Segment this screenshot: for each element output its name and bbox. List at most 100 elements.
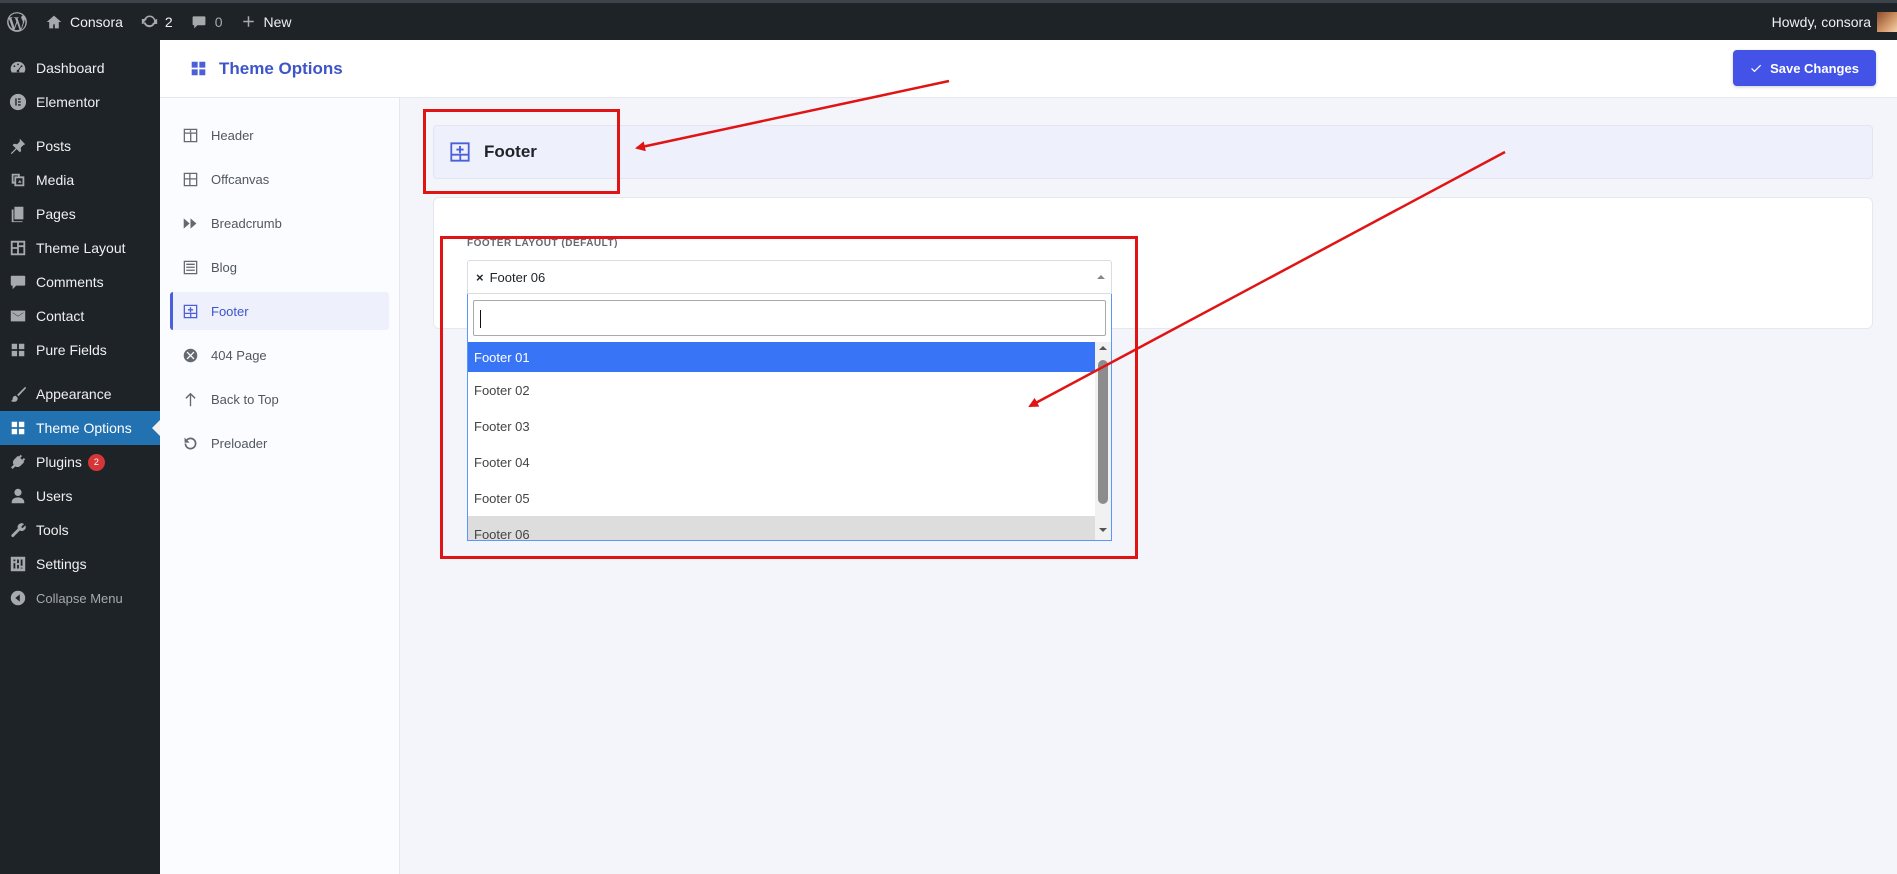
- menu-label: Media: [36, 172, 75, 188]
- header-layout-icon: [183, 128, 198, 142]
- account-menu[interactable]: Howdy, consora: [1763, 3, 1897, 40]
- menu-item-theme-options[interactable]: Theme Options: [0, 411, 160, 445]
- menu-item-settings[interactable]: Settings: [0, 547, 160, 581]
- checkmark-icon: [1751, 64, 1762, 73]
- plugins-update-badge: 2: [87, 453, 105, 471]
- new-label: New: [263, 13, 292, 30]
- circle-x-icon: [183, 348, 198, 362]
- plugin-icon: [8, 452, 28, 472]
- dashboard-icon: [8, 58, 28, 78]
- menu-label: Users: [36, 488, 73, 504]
- menu-separator: [0, 367, 160, 377]
- table-icon: [183, 172, 198, 186]
- menu-label: Pure Fields: [36, 342, 107, 358]
- page-title-text: Theme Options: [219, 58, 343, 78]
- nav-label: Blog: [211, 259, 238, 275]
- save-changes-label: Save Changes: [1770, 60, 1859, 76]
- home-icon: [46, 15, 62, 28]
- annotation-box-section-title: [423, 109, 620, 194]
- howdy-greeting: Howdy, consora: [1771, 13, 1871, 30]
- menu-label: Contact: [36, 308, 85, 324]
- admin-bar: Consora 2 0 New Howdy, consora: [0, 0, 1897, 40]
- mail-icon: [8, 306, 28, 326]
- menu-item-tools[interactable]: Tools: [0, 513, 160, 547]
- menu-label: Elementor: [36, 94, 100, 110]
- wordpress-icon: [7, 11, 27, 32]
- updates-icon: [141, 15, 158, 28]
- updates-count: 2: [164, 13, 173, 30]
- menu-label: Collapse Menu: [36, 590, 123, 606]
- menu-label: Theme Options: [36, 420, 132, 436]
- plus-icon: [242, 16, 254, 27]
- nav-item-header[interactable]: Header: [170, 116, 389, 154]
- nav-item-breadcrumb[interactable]: Breadcrumb: [170, 204, 389, 242]
- menu-label: Plugins: [36, 454, 82, 470]
- menu-label: Comments: [36, 274, 104, 290]
- menu-item-pages[interactable]: Pages: [0, 197, 160, 231]
- footer-layout-icon: [183, 304, 198, 318]
- nav-label: 404 Page: [211, 347, 267, 363]
- menu-item-posts[interactable]: Posts: [0, 129, 160, 163]
- media-icon: [8, 170, 28, 190]
- nav-item-offcanvas[interactable]: Offcanvas: [170, 160, 389, 198]
- comments-count: 0: [214, 13, 223, 30]
- nav-label: Preloader: [211, 435, 268, 451]
- save-changes-button[interactable]: Save Changes: [1733, 50, 1876, 86]
- section-header: Footer: [433, 125, 1873, 179]
- nav-label: Offcanvas: [211, 171, 270, 187]
- menu-item-contact[interactable]: Contact: [0, 299, 160, 333]
- pin-icon: [8, 136, 28, 156]
- arrow-up-icon: [185, 392, 196, 406]
- menu-item-comments[interactable]: Comments: [0, 265, 160, 299]
- menu-separator: [0, 119, 160, 129]
- new-content-link[interactable]: New: [232, 3, 301, 40]
- menu-item-elementor[interactable]: Elementor: [0, 85, 160, 119]
- nav-item-footer[interactable]: Footer: [170, 292, 389, 330]
- menu-item-theme-layout[interactable]: Theme Layout: [0, 231, 160, 265]
- site-name-link[interactable]: Consora: [37, 3, 132, 40]
- nav-label: Footer: [211, 303, 249, 319]
- grid-icon: [8, 418, 28, 438]
- menu-label: Tools: [36, 522, 69, 538]
- settings-icon: [8, 554, 28, 574]
- wordpress-logo-button[interactable]: [0, 3, 37, 40]
- annotation-box-dropdown: [440, 236, 1138, 559]
- menu-label: Posts: [36, 138, 72, 154]
- nav-item-404-page[interactable]: 404 Page: [170, 336, 389, 374]
- theme-options-nav: Header Offcanvas Breadcrumb Blog Footer …: [160, 98, 400, 874]
- admin-menu: Dashboard Elementor Posts Media Pages Th…: [0, 40, 160, 874]
- comment-icon: [8, 272, 28, 292]
- menu-item-plugins[interactable]: Plugins 2: [0, 445, 160, 479]
- collapse-menu-button[interactable]: Collapse Menu: [0, 581, 160, 615]
- menu-label: Dashboard: [36, 60, 105, 76]
- nav-item-back-to-top[interactable]: Back to Top: [170, 380, 389, 418]
- pages-icon: [8, 204, 28, 224]
- menu-item-pure-fields[interactable]: Pure Fields: [0, 333, 160, 367]
- nav-item-preloader[interactable]: Preloader: [170, 424, 389, 462]
- list-icon: [183, 260, 198, 274]
- layout-icon: [8, 238, 28, 258]
- nav-item-blog[interactable]: Blog: [170, 248, 389, 286]
- avatar: [1877, 11, 1897, 32]
- menu-item-media[interactable]: Media: [0, 163, 160, 197]
- menu-item-users[interactable]: Users: [0, 479, 160, 513]
- nav-label: Breadcrumb: [211, 215, 282, 231]
- grid-icon: [8, 340, 28, 360]
- menu-label: Pages: [36, 206, 76, 222]
- comment-bubble-icon: [192, 15, 206, 28]
- menu-label: Appearance: [36, 386, 112, 402]
- comments-link[interactable]: 0: [182, 3, 232, 40]
- menu-item-dashboard[interactable]: Dashboard: [0, 51, 160, 85]
- fast-forward-icon: [183, 217, 197, 229]
- updates-link[interactable]: 2: [132, 3, 182, 40]
- nav-label: Back to Top: [211, 391, 279, 407]
- reload-icon: [184, 437, 197, 449]
- nav-label: Header: [211, 127, 254, 143]
- grid-icon: [191, 61, 206, 76]
- collapse-icon: [8, 588, 28, 608]
- wrench-icon: [8, 520, 28, 540]
- page-title: Theme Options: [190, 59, 343, 79]
- user-icon: [8, 486, 28, 506]
- menu-item-appearance[interactable]: Appearance: [0, 377, 160, 411]
- site-name: Consora: [70, 13, 123, 30]
